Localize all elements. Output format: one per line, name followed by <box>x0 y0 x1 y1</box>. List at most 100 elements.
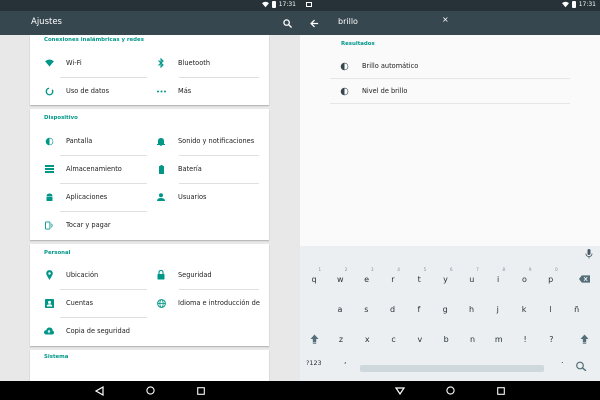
search-input[interactable]: brillo <box>338 17 358 26</box>
back-button[interactable] <box>304 13 324 33</box>
wifi-status-icon <box>561 1 569 8</box>
screenshot-notification-icon <box>306 2 312 7</box>
settings-item-security[interactable]: Seguridad <box>156 262 266 288</box>
settings-item-storage[interactable]: Almacenamiento <box>30 156 150 182</box>
key-label: v <box>417 334 423 344</box>
settings-item-location[interactable]: Ubicación <box>30 262 150 288</box>
space-bar[interactable] <box>360 365 544 372</box>
key-row2-4[interactable]: g <box>432 296 458 322</box>
key-row2-2[interactable]: d <box>380 296 406 322</box>
key-row3-5[interactable]: n <box>460 326 486 352</box>
settings-item-battery[interactable]: Batería <box>156 156 266 182</box>
key-row1-0[interactable]: q1 <box>301 266 327 292</box>
search-enter-icon[interactable] <box>575 361 587 371</box>
key-number-hint: 1 <box>318 267 321 272</box>
settings-item-bluetooth[interactable]: Bluetooth <box>156 50 266 76</box>
settings-item-more[interactable]: Más <box>156 78 266 104</box>
settings-item-sound[interactable]: Sonido y notificaciones <box>156 128 266 154</box>
settings-item-users[interactable]: Usuarios <box>156 184 266 210</box>
home-circle-icon <box>446 386 455 395</box>
settings-item-display[interactable]: Pantalla <box>30 128 150 154</box>
search-button[interactable] <box>277 13 297 33</box>
key-row2-0[interactable]: a <box>327 296 353 322</box>
key-row3-4[interactable]: b <box>433 326 459 352</box>
settings-item-label: Tocar y pagar <box>66 221 111 229</box>
account-icon <box>44 298 54 308</box>
settings-item-language[interactable]: Idioma e introducción de <box>156 290 266 316</box>
nav-recents-button[interactable] <box>195 385 206 396</box>
key-row1-1[interactable]: w2 <box>327 266 353 292</box>
results-heading: Resultados <box>341 41 375 47</box>
key-row1-2[interactable]: e3 <box>354 266 380 292</box>
backspace-icon <box>578 275 590 283</box>
result-label: Brillo automático <box>362 62 419 70</box>
shift-key[interactable] <box>301 326 327 352</box>
key-row1-9[interactable]: p0 <box>538 266 564 292</box>
navigation-bar <box>300 381 600 400</box>
settings-screen: 17:31 Ajustes Conexiones inalámbricas y … <box>0 0 300 400</box>
clear-search-button[interactable]: × <box>442 15 449 24</box>
key-row3-2[interactable]: c <box>381 326 407 352</box>
result-item-auto-brightness[interactable]: Brillo automático <box>330 54 570 78</box>
result-item-brightness-level[interactable]: Nivel de brillo <box>330 79 570 103</box>
home-circle-icon <box>146 386 155 395</box>
period-key[interactable]: . <box>561 356 564 365</box>
key-row2-1[interactable]: s <box>353 296 379 322</box>
key-row1-6[interactable]: u7 <box>459 266 485 292</box>
section-title-wireless: Conexiones inalámbricas y redes <box>44 37 144 43</box>
status-time: 17:31 <box>278 1 296 8</box>
key-row3-1[interactable]: x <box>354 326 380 352</box>
nav-hide-keyboard-button[interactable] <box>394 385 405 396</box>
key-row1-7[interactable]: i8 <box>485 266 511 292</box>
comma-key[interactable]: , <box>344 356 347 365</box>
settings-item-label: Seguridad <box>178 271 212 279</box>
navigation-bar <box>0 381 300 400</box>
key-row2-9[interactable]: ñ <box>564 296 590 322</box>
microphone-icon[interactable] <box>584 249 594 259</box>
nav-home-button[interactable] <box>445 385 456 396</box>
key-number-hint: 3 <box>371 267 374 272</box>
globe-icon <box>156 298 166 308</box>
nav-recents-button[interactable] <box>495 385 506 396</box>
settings-item-label: Aplicaciones <box>66 193 108 201</box>
key-number-hint: 6 <box>449 267 453 272</box>
shift-key-right[interactable] <box>571 326 597 352</box>
key-row2-7[interactable]: k <box>511 296 537 322</box>
settings-item-label: Copia de seguridad <box>66 327 130 335</box>
key-row3-3[interactable]: v <box>407 326 433 352</box>
divider <box>330 103 570 104</box>
key-row2-5[interactable]: h <box>459 296 485 322</box>
key-row1-3[interactable]: r4 <box>380 266 406 292</box>
settings-item-wifi[interactable]: Wi-Fi <box>30 50 150 76</box>
settings-item-accounts[interactable]: Cuentas <box>30 290 150 316</box>
symbols-key[interactable]: ?123 <box>306 359 322 367</box>
backspace-key[interactable] <box>571 266 597 292</box>
key-label: h <box>468 304 475 314</box>
key-row3-6[interactable]: m <box>486 326 512 352</box>
key-row3-0[interactable]: z <box>328 326 354 352</box>
key-row3-7[interactable]: ! <box>512 326 538 352</box>
key-row3-8[interactable]: ? <box>538 326 564 352</box>
search-icon <box>282 18 292 28</box>
key-label: c <box>391 334 396 344</box>
bell-icon <box>156 136 166 146</box>
search-screen: 17:31 brillo × Resultados Brillo automát… <box>300 0 600 400</box>
app-toolbar: Ajustes <box>0 11 300 35</box>
battery-status-icon <box>571 1 576 8</box>
key-row2-8[interactable]: l <box>537 296 563 322</box>
key-row1-4[interactable]: t5 <box>406 266 432 292</box>
settings-item-backup[interactable]: Copia de seguridad <box>30 318 180 344</box>
settings-item-apps[interactable]: Aplicaciones <box>30 184 150 210</box>
cloud-upload-icon <box>44 326 54 336</box>
key-row1-5[interactable]: y6 <box>433 266 459 292</box>
settings-item-data-usage[interactable]: Uso de datos <box>30 78 150 104</box>
key-row2-6[interactable]: j <box>485 296 511 322</box>
settings-item-tap-pay[interactable]: Tocar y pagar <box>30 212 150 238</box>
key-row1-8[interactable]: o9 <box>511 266 537 292</box>
key-label: ! <box>523 334 527 344</box>
key-row2-3[interactable]: f <box>406 296 432 322</box>
key-label: n <box>469 334 476 344</box>
nav-back-button[interactable] <box>94 385 105 396</box>
nav-home-button[interactable] <box>145 385 156 396</box>
key-label: p <box>548 274 554 284</box>
